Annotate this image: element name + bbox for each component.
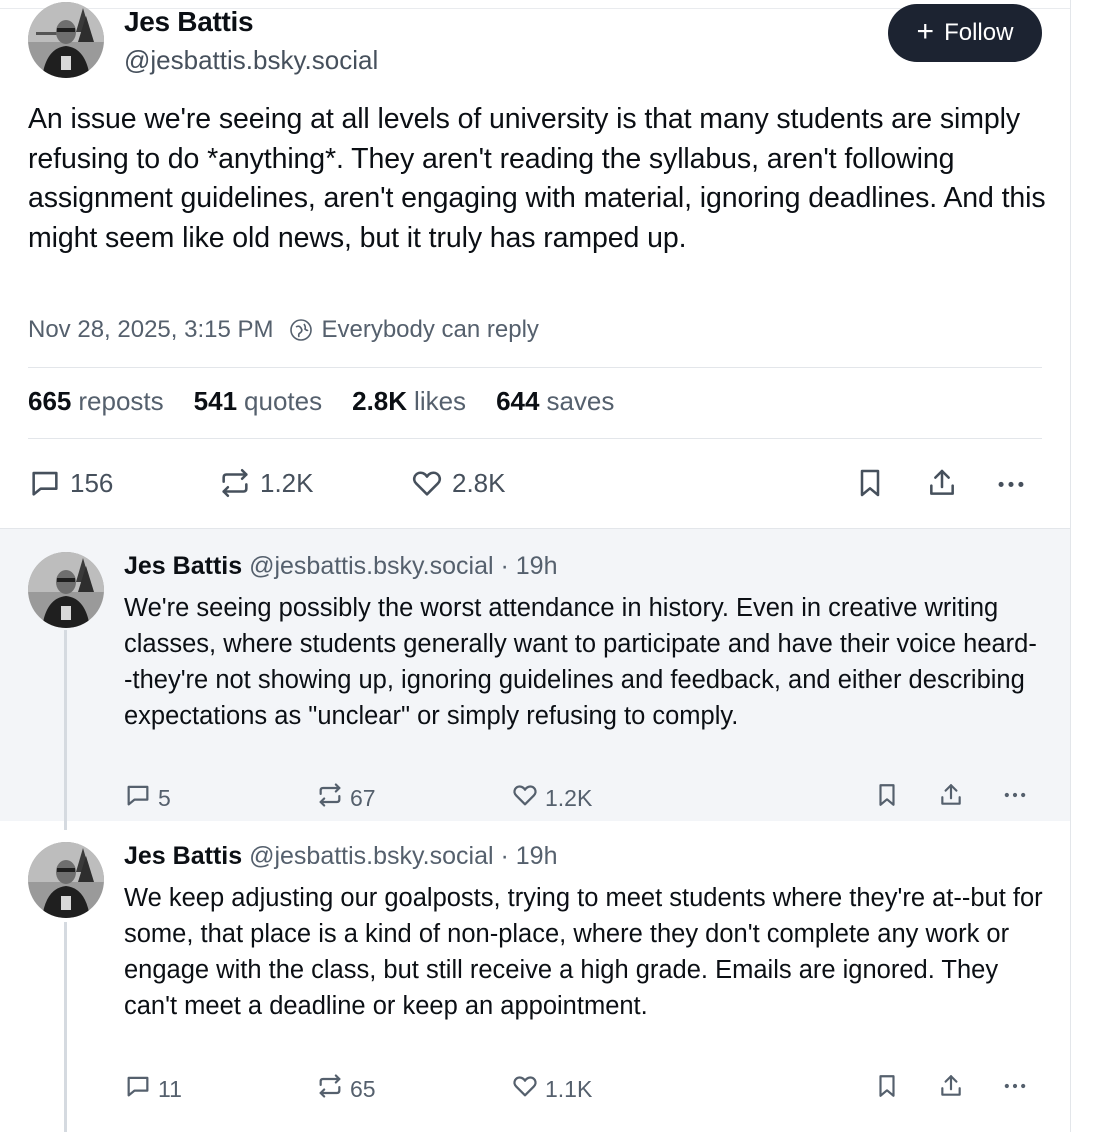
author-handle[interactable]: @jesbattis.bsky.social (124, 45, 378, 76)
ellipsis-icon (1000, 781, 1030, 815)
like-count: 2.8K (452, 467, 506, 498)
reply-author-name[interactable]: Jes Battis (124, 842, 242, 870)
more-button[interactable] (1000, 781, 1030, 815)
author-avatar[interactable] (28, 2, 104, 78)
repost-button[interactable]: 1.2K (218, 466, 314, 500)
stats-top-divider (28, 367, 1042, 368)
like-button[interactable]: 1.1K (511, 1072, 592, 1106)
like-count: 1.1K (545, 1075, 593, 1102)
reply-time[interactable]: · 19h (500, 842, 557, 870)
post-thread: Jes Battis @jesbattis.bsky.social + Foll… (0, 0, 1071, 1132)
reply-count: 11 (158, 1075, 182, 1102)
bookmark-icon (854, 466, 886, 500)
post-text: An issue we're seeing at all levels of u… (28, 103, 1046, 254)
likes-stat[interactable]: 2.8K likes (352, 386, 466, 417)
share-button[interactable] (938, 781, 964, 815)
reply-count: 5 (158, 784, 171, 811)
globe-icon (289, 318, 313, 342)
follow-button[interactable]: + Follow (888, 4, 1042, 62)
bookmark-button[interactable] (854, 466, 886, 500)
share-button[interactable] (938, 1072, 964, 1106)
reply-avatar[interactable] (28, 552, 104, 628)
reply-handle[interactable]: @jesbattis.bsky.social (249, 552, 493, 580)
repost-arrows-icon (316, 781, 344, 815)
more-button[interactable] (994, 466, 1028, 500)
saves-stat[interactable]: 644 saves (496, 386, 614, 417)
reply-header: Jes Battis @jesbattis.bsky.social · 19h (124, 552, 557, 581)
speech-bubble-icon (28, 466, 62, 500)
speech-bubble-icon (124, 1072, 152, 1106)
bookmark-icon (874, 781, 900, 815)
reply-button[interactable]: 156 (28, 466, 113, 500)
reply-text: We keep adjusting our goalposts, trying … (124, 884, 1043, 1020)
reply-setting[interactable]: Everybody can reply (321, 316, 538, 344)
reply-author-name[interactable]: Jes Battis (124, 552, 242, 580)
plus-icon: + (916, 15, 935, 48)
speech-bubble-icon (124, 781, 152, 815)
reposts-stat[interactable]: 665 reposts (28, 386, 164, 417)
reply-handle[interactable]: @jesbattis.bsky.social (249, 842, 493, 870)
reply-text: We're seeing possibly the worst attendan… (124, 594, 1037, 730)
author-name[interactable]: Jes Battis (124, 6, 254, 38)
ellipsis-icon (1000, 1072, 1030, 1106)
stats-bottom-divider (28, 438, 1042, 439)
thread-connector (64, 630, 67, 830)
like-count: 1.2K (545, 784, 593, 811)
share-upload-icon (938, 781, 964, 815)
bookmark-button[interactable] (874, 1072, 900, 1106)
reply-count: 156 (70, 467, 114, 498)
heart-icon (511, 1072, 539, 1106)
share-upload-icon (938, 1072, 964, 1106)
like-button[interactable]: 1.2K (511, 781, 592, 815)
repost-count: 67 (350, 784, 376, 811)
repost-count: 65 (350, 1075, 376, 1102)
heart-icon (511, 781, 539, 815)
reply-header: Jes Battis @jesbattis.bsky.social · 19h (124, 842, 557, 871)
reply-button[interactable]: 5 (124, 781, 171, 815)
bookmark-button[interactable] (874, 781, 900, 815)
repost-arrows-icon (218, 466, 252, 500)
post-timestamp[interactable]: Nov 28, 2025, 3:15 PM (28, 316, 273, 344)
thread-connector (64, 922, 67, 1132)
quotes-stat[interactable]: 541 quotes (194, 386, 322, 417)
more-button[interactable] (1000, 1072, 1030, 1106)
follow-label: Follow (944, 19, 1014, 46)
ellipsis-icon (994, 466, 1028, 500)
bookmark-icon (874, 1072, 900, 1106)
heart-icon (410, 466, 444, 500)
repost-button[interactable]: 67 (316, 781, 376, 815)
reply-time[interactable]: · 19h (500, 552, 557, 580)
reply-avatar[interactable] (28, 842, 104, 918)
like-button[interactable]: 2.8K (410, 466, 506, 500)
post-meta: Nov 28, 2025, 3:15 PM Everybody can repl… (28, 316, 539, 344)
post-actions: 156 1.2K 2.8K (28, 462, 1042, 506)
share-button[interactable] (926, 466, 958, 500)
repost-button[interactable]: 65 (316, 1072, 376, 1106)
post-stats: 665 reposts 541 quotes 2.8K likes 644 saves (28, 386, 614, 417)
share-upload-icon (926, 466, 958, 500)
repost-count: 1.2K (260, 467, 314, 498)
reply-button[interactable]: 11 (124, 1072, 182, 1106)
repost-arrows-icon (316, 1072, 344, 1106)
